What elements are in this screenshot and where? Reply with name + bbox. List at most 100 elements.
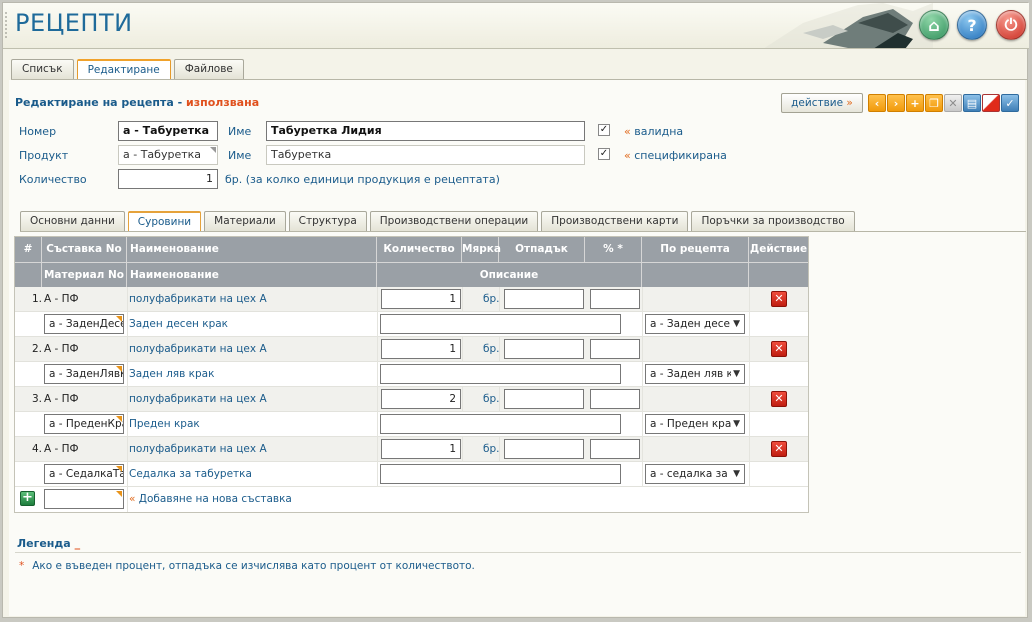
quantity-input[interactable]: 2: [381, 389, 461, 409]
valid-checkbox[interactable]: ✓: [598, 124, 610, 136]
new-material-input[interactable]: [44, 489, 124, 509]
tab-production-cards[interactable]: Производствени карти: [541, 211, 689, 231]
unit-label: бр.: [483, 443, 500, 455]
component-name[interactable]: полуфабрикати на цех А: [129, 387, 267, 412]
name-label: Име: [228, 125, 252, 138]
action-button[interactable]: действие »: [781, 93, 863, 113]
row-number: 3.: [31, 393, 42, 405]
add-row: + « Добавяне на нова съставка: [15, 487, 808, 512]
tab-raw-materials[interactable]: Суровини: [127, 211, 202, 232]
table-row: 3. А - ПФ полуфабрикати на цех А 2 бр. ✕: [15, 387, 808, 437]
add-icon[interactable]: +: [20, 491, 35, 506]
print-icon[interactable]: ▤: [963, 94, 981, 112]
component-code: А - ПФ: [44, 293, 79, 305]
delete-icon[interactable]: ✕: [771, 391, 787, 407]
specified-checkbox[interactable]: ✓: [598, 148, 610, 160]
home-icon[interactable]: ⌂: [919, 10, 949, 40]
tab-materials[interactable]: Материали: [204, 211, 286, 231]
tab-basic-data[interactable]: Основни данни: [20, 211, 125, 231]
number-field[interactable]: а - Табуретка: [118, 121, 218, 141]
material-input[interactable]: а - ЗаденДесе: [44, 314, 124, 334]
next-icon[interactable]: ›: [887, 94, 905, 112]
recipe-select[interactable]: а - Преден кра ▼: [645, 414, 745, 434]
delete-icon[interactable]: ✕: [771, 441, 787, 457]
quantity-input[interactable]: 1: [381, 289, 461, 309]
section-title: Редактиране на рецепта - използвана: [15, 96, 260, 109]
component-name[interactable]: полуфабрикати на цех А: [129, 287, 267, 312]
app-header: РЕЦЕПТИ ⌂ ? ⏻: [3, 3, 1029, 49]
waste-input[interactable]: [504, 389, 584, 409]
confirm-icon[interactable]: ✓: [1001, 94, 1019, 112]
copy-icon[interactable]: ❐: [925, 94, 943, 112]
col-material-no: Материал No: [42, 262, 127, 287]
legend-divider: [15, 552, 1021, 553]
col-num: #: [15, 237, 42, 262]
col-material-name: Наименование: [127, 262, 377, 287]
tab-list[interactable]: Списък: [11, 59, 74, 79]
quantity-field[interactable]: 1: [118, 169, 218, 189]
description-input[interactable]: [380, 414, 621, 434]
waste-input[interactable]: [504, 439, 584, 459]
tab-structure[interactable]: Структура: [288, 211, 367, 231]
unit-label: бр.: [483, 343, 500, 355]
chevron-down-icon: ▼: [731, 416, 740, 432]
material-name[interactable]: Преден крак: [129, 412, 200, 437]
product-label: Продукт: [19, 149, 69, 162]
component-code: А - ПФ: [44, 443, 79, 455]
table-row: 4. А - ПФ полуфабрикати на цех А 1 бр. ✕: [15, 437, 808, 487]
percent-input[interactable]: [590, 339, 640, 359]
waste-input[interactable]: [504, 289, 584, 309]
status-label: използвана: [186, 96, 260, 109]
tab-files[interactable]: Файлове: [173, 59, 244, 79]
material-input[interactable]: а - ЗаденЛявК: [44, 364, 124, 384]
material-name[interactable]: Заден десен крак: [129, 312, 228, 337]
add-icon[interactable]: +: [906, 94, 924, 112]
help-icon[interactable]: ?: [957, 10, 987, 40]
close-icon[interactable]: ✕: [944, 94, 962, 112]
product-field[interactable]: а - Табуретка: [118, 145, 218, 165]
component-name[interactable]: полуфабрикати на цех А: [129, 337, 267, 362]
col-waste: Отпадък: [499, 237, 585, 262]
col-pct: % *: [585, 237, 642, 262]
quantity-label: Количество: [19, 173, 87, 186]
component-name[interactable]: полуфабрикати на цех А: [129, 437, 267, 462]
product-name-field: Табуретка: [266, 145, 585, 165]
material-name[interactable]: Седалка за табуретка: [129, 462, 252, 487]
inner-tabs: Основни данни Суровини Материали Структу…: [20, 211, 858, 232]
row-number: 2.: [31, 343, 42, 355]
power-icon[interactable]: ⏻: [996, 10, 1026, 40]
prev-icon[interactable]: ‹: [868, 94, 886, 112]
quantity-input[interactable]: 1: [381, 439, 461, 459]
tab-operations[interactable]: Производствени операции: [369, 211, 539, 231]
chevron-down-icon: ▼: [731, 366, 740, 382]
material-input[interactable]: а - ПреденКра: [44, 414, 124, 434]
description-input[interactable]: [380, 314, 621, 334]
add-component-link[interactable]: « Добавяне на нова съставка: [129, 487, 292, 512]
description-input[interactable]: [380, 364, 621, 384]
quantity-input[interactable]: 1: [381, 339, 461, 359]
tab-edit[interactable]: Редактиране: [76, 59, 171, 80]
waste-input[interactable]: [504, 339, 584, 359]
material-name[interactable]: Заден ляв крак: [129, 362, 214, 387]
recipe-select[interactable]: а - Заден ляв к ▼: [645, 364, 745, 384]
recipe-select[interactable]: а - седалка за т ▼: [645, 464, 745, 484]
app-title: РЕЦЕПТИ: [15, 9, 133, 37]
col-unit: Мярка: [462, 237, 501, 262]
tab-production-orders[interactable]: Поръчки за производство: [691, 211, 855, 231]
legend-note: * Ако е въведен процент, отпадъка се изчи…: [19, 560, 475, 572]
percent-input[interactable]: [590, 389, 640, 409]
material-input[interactable]: а - СедалкаТа: [44, 464, 124, 484]
delete-icon[interactable]: ✕: [771, 341, 787, 357]
clear-icon[interactable]: [982, 94, 1000, 112]
percent-input[interactable]: [590, 439, 640, 459]
name-field[interactable]: Табуретка Лидия: [266, 121, 585, 141]
description-input[interactable]: [380, 464, 621, 484]
drag-handle[interactable]: [5, 11, 7, 39]
recipe-select[interactable]: а - Заден десе ▼: [645, 314, 745, 334]
number-label: Номер: [19, 125, 57, 138]
percent-input[interactable]: [590, 289, 640, 309]
col-action: Действие: [749, 243, 808, 255]
delete-icon[interactable]: ✕: [771, 291, 787, 307]
unit-label: бр.: [483, 393, 500, 405]
col-comp-no: Съставка No: [42, 237, 127, 262]
